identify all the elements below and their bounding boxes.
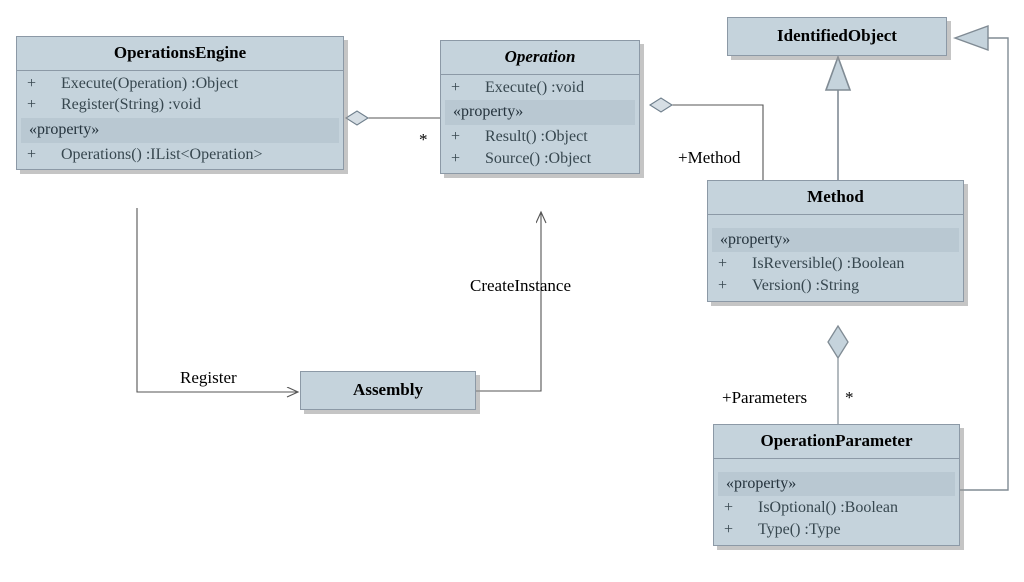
operations-compartment: + Execute(Operation) :Object + Register(St… [17, 71, 343, 170]
class-box-operation[interactable]: Operation + Execute() :void «property» + R… [440, 40, 640, 175]
member-row: + Type() :Type [714, 519, 959, 541]
stereotype-property: «property» [445, 100, 635, 125]
visibility-marker: + [27, 96, 37, 114]
member-signature: Version() :String [752, 276, 860, 294]
properties-compartment: «property» + IsOptional() :Boolean + Type(… [714, 459, 959, 545]
member-row: + IsReversible() :Boolean [708, 253, 963, 275]
visibility-marker: + [27, 145, 37, 163]
visibility-marker: + [27, 74, 37, 92]
uml-class-diagram-canvas: Assembly --> Operation --> * +Method +Pa… [0, 0, 1024, 582]
aggregation-diamond-method [827, 324, 849, 360]
label-register: Register [180, 368, 237, 387]
role-label-parameters: +Parameters [722, 388, 808, 407]
role-label-method: +Method [678, 148, 741, 167]
visibility-marker: + [718, 276, 728, 294]
visibility-marker: + [451, 149, 461, 167]
member-signature: Register(String) :void [61, 96, 201, 114]
visibility-marker: + [451, 127, 461, 145]
member-signature: Operations() :IList<Operation> [61, 145, 263, 163]
edge-engine-operation [344, 110, 440, 126]
member-signature: Execute(Operation) :Object [61, 74, 239, 92]
visibility-marker: + [724, 499, 734, 517]
class-box-operations-engine[interactable]: OperationsEngine + Execute(Operation) :Ob… [16, 36, 344, 171]
generalization-triangle-method [824, 54, 852, 91]
stereotype-property: «property» [21, 118, 339, 143]
member-row: + Register(String) :void [17, 94, 343, 116]
member-signature: Result() :Object [485, 127, 588, 145]
member-row: + Operations() :IList<Operation> [17, 144, 343, 166]
member-row: + Execute() :void [441, 77, 639, 99]
class-title-assembly: Assembly [353, 380, 423, 399]
member-row: + Source() :Object [441, 148, 639, 170]
member-row: + IsOptional() :Boolean [714, 497, 959, 519]
class-title-identified-object: IdentifiedObject [777, 26, 897, 45]
edge-engine-assembly [136, 208, 298, 392]
empty-compartment-spacer [714, 461, 959, 470]
member-signature: Execute() :void [485, 78, 585, 96]
edge-method-parameters [827, 324, 849, 424]
class-box-identified-object[interactable]: IdentifiedObject [727, 17, 947, 56]
stereotype-property: «property» [718, 471, 955, 497]
edge-method-identifiedobject [824, 54, 852, 180]
aggregation-diamond-operation [648, 97, 674, 113]
visibility-marker: + [724, 520, 734, 538]
class-title-operation: Operation [504, 47, 576, 66]
edge-assembly-operation [476, 212, 541, 392]
class-box-operation-parameter[interactable]: OperationParameter «property» + IsOptiona… [713, 424, 960, 546]
multiplicity-engine-operation: * [419, 130, 428, 149]
class-title-operations-engine: OperationsEngine [113, 43, 247, 62]
member-signature: Type() :Type [758, 520, 841, 538]
visibility-marker: + [718, 255, 728, 273]
properties-compartment: «property» + IsReversible() :Boolean + Ver… [708, 215, 963, 301]
member-signature: IsReversible() :Boolean [752, 255, 905, 273]
aggregation-diamond-engine [344, 110, 370, 126]
member-signature: Source() :Object [485, 149, 592, 167]
member-signature: IsOptional() :Boolean [758, 499, 898, 517]
member-row: + Execute(Operation) :Object [17, 73, 343, 95]
operations-compartment: + Execute() :void «property» + Result() :O… [441, 75, 639, 174]
class-box-method[interactable]: Method «property» + IsReversible() :Boole… [707, 180, 964, 302]
multiplicity-method-parameters: * [845, 388, 854, 407]
member-row: + Result() :Object [441, 126, 639, 148]
empty-compartment-spacer [708, 217, 963, 226]
class-title-method: Method [807, 187, 864, 206]
label-createinstance: CreateInstance [470, 276, 571, 295]
member-row: + Version() :String [708, 275, 963, 297]
class-box-assembly[interactable]: Assembly [300, 371, 476, 410]
visibility-marker: + [451, 78, 461, 96]
stereotype-property: «property» [712, 227, 959, 253]
generalization-triangle-parameter [952, 25, 989, 51]
class-title-operation-parameter: OperationParameter [760, 431, 913, 450]
